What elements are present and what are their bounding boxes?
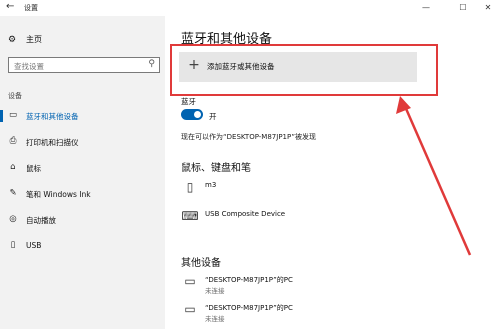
- sidebar-item-label: 蓝牙和其他设备: [26, 112, 79, 121]
- window-title: 设置: [24, 4, 38, 12]
- keyboard-icon: ⌨: [181, 209, 199, 223]
- mouse-icon: ⌂: [10, 162, 16, 172]
- sidebar-item-autoplay[interactable]: ◎ 自动播放: [0, 211, 165, 229]
- sidebar-item-label: USB: [26, 241, 42, 250]
- device-item[interactable]: ⌨ USB Composite Device: [181, 207, 481, 233]
- device-name: m3: [205, 181, 217, 189]
- minimize-button[interactable]: —: [418, 2, 434, 14]
- pc-device-icon: ▭: [184, 302, 196, 316]
- sidebar: ⚙ 主页 查找设置 ⚲ 设备 ▭ 蓝牙和其他设备 ⎙ 打印机和扫描仪 ⌂ 鼠标 ✎…: [0, 16, 165, 329]
- pc-device-icon: ▭: [184, 274, 196, 288]
- title-bar: ← 设置 — ☐ ✕: [0, 0, 500, 16]
- bluetooth-devices-icon: ▭: [8, 110, 18, 120]
- active-indicator: [0, 110, 3, 122]
- sidebar-item-bluetooth[interactable]: ▭ 蓝牙和其他设备: [0, 107, 165, 125]
- sidebar-item-mouse[interactable]: ⌂ 鼠标: [0, 159, 165, 177]
- device-item[interactable]: ▭ “DESKTOP-M87JP1P”的PC 未连接: [181, 272, 481, 298]
- sidebar-section-label: 设备: [8, 92, 22, 100]
- bluetooth-state: 开: [209, 112, 217, 121]
- close-button[interactable]: ✕: [480, 2, 496, 14]
- device-name: “DESKTOP-M87JP1P”的PC: [205, 304, 293, 312]
- sidebar-item-usb[interactable]: ▯ USB: [0, 237, 165, 255]
- pen-icon: ✎: [9, 188, 17, 198]
- main-content: 蓝牙和其他设备 + 添加蓝牙或其他设备 蓝牙 开 现在可以作为“DESKTOP-…: [165, 16, 500, 329]
- section-heading-input-devices: 鼠标、键盘和笔: [181, 163, 251, 174]
- sidebar-item-label: 打印机和扫描仪: [26, 138, 79, 147]
- device-name: “DESKTOP-M87JP1P”的PC: [205, 276, 293, 284]
- usb-icon: ▯: [10, 240, 16, 250]
- device-item[interactable]: ▭ “DESKTOP-M87JP1P”的PC 未连接: [181, 300, 481, 326]
- sidebar-item-label: 笔和 Windows Ink: [26, 190, 91, 199]
- printer-icon: ⎙: [9, 136, 17, 146]
- autoplay-icon: ◎: [9, 214, 17, 224]
- bluetooth-label: 蓝牙: [181, 97, 196, 106]
- gear-icon: ⚙: [8, 35, 17, 45]
- sidebar-item-printers[interactable]: ⎙ 打印机和扫描仪: [0, 133, 165, 151]
- home-label: 主页: [26, 35, 42, 44]
- mouse-device-icon: ▯: [186, 180, 194, 194]
- device-name: USB Composite Device: [205, 210, 286, 218]
- annotation-highlight-box: [170, 44, 438, 96]
- device-status: 未连接: [205, 315, 225, 323]
- search-placeholder: 查找设置: [14, 62, 44, 71]
- sidebar-item-label: 自动播放: [26, 216, 56, 225]
- bluetooth-toggle[interactable]: [181, 109, 203, 120]
- sidebar-item-label: 鼠标: [26, 164, 41, 173]
- discoverable-text: 现在可以作为“DESKTOP-M87JP1P”被发现: [181, 133, 316, 141]
- back-arrow-icon[interactable]: ←: [6, 1, 14, 12]
- search-icon[interactable]: ⚲: [148, 59, 155, 69]
- device-item[interactable]: ▯ m3: [181, 178, 481, 204]
- sidebar-home[interactable]: ⚙ 主页: [8, 34, 42, 45]
- maximize-button[interactable]: ☐: [455, 2, 471, 14]
- device-status: 未连接: [205, 287, 225, 295]
- section-heading-other-devices: 其他设备: [181, 258, 221, 269]
- sidebar-item-pen[interactable]: ✎ 笔和 Windows Ink: [0, 185, 165, 203]
- search-input[interactable]: 查找设置 ⚲: [8, 57, 160, 73]
- toggle-knob: [194, 111, 201, 118]
